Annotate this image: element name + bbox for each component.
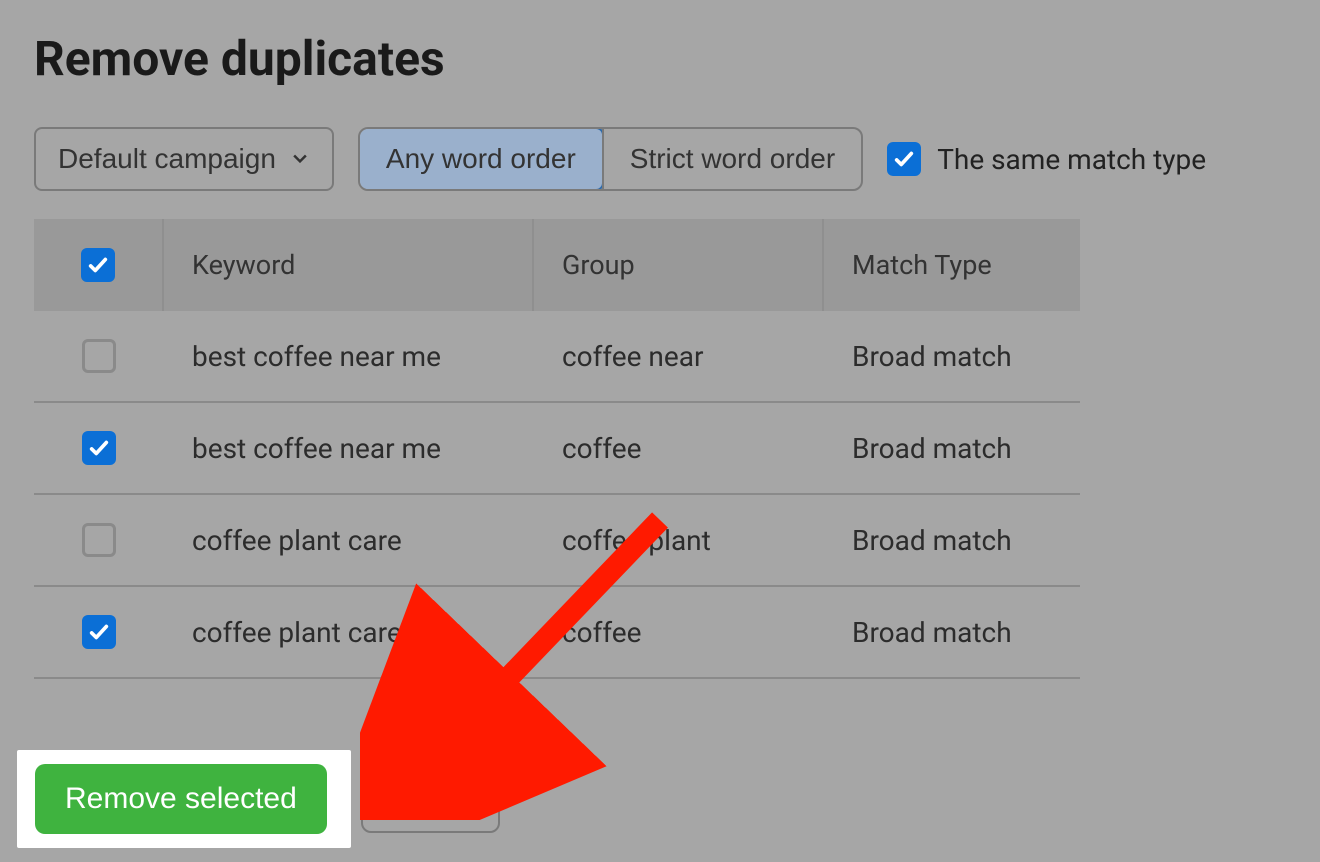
table-row: coffee plant carecoffeeBroad match	[34, 587, 1080, 679]
highlight-remove-selected: Remove selected	[17, 750, 351, 848]
page-title: Remove duplicates	[34, 30, 1286, 87]
table-row: coffee plant carecoffee plantBroad match	[34, 495, 1080, 587]
row-checkbox[interactable]	[82, 523, 116, 557]
col-group: Group	[534, 219, 824, 311]
col-match-type: Match Type	[824, 219, 1080, 311]
cell-group: coffee	[534, 616, 824, 649]
word-order-any[interactable]: Any word order	[358, 127, 604, 191]
campaign-dropdown-label: Default campaign	[58, 143, 276, 175]
campaign-dropdown[interactable]: Default campaign	[34, 127, 334, 191]
cell-match-type: Broad match	[824, 340, 1080, 373]
cancel-button[interactable]: Cancel	[361, 765, 500, 833]
duplicates-table: Keyword Group Match Type best coffee nea…	[34, 219, 1080, 679]
cell-group: coffee	[534, 432, 824, 465]
same-match-type-option[interactable]: The same match type	[887, 142, 1206, 176]
table-row: best coffee near mecoffeeBroad match	[34, 403, 1080, 495]
cell-keyword: best coffee near me	[164, 432, 534, 465]
chevron-down-icon	[290, 143, 310, 175]
actions-row: Remove selected Cancel	[17, 750, 500, 848]
cell-group: coffee plant	[534, 524, 824, 557]
col-keyword: Keyword	[164, 219, 534, 311]
remove-selected-button[interactable]: Remove selected	[35, 764, 327, 834]
cell-keyword: best coffee near me	[164, 340, 534, 373]
table-header: Keyword Group Match Type	[34, 219, 1080, 311]
cell-keyword: coffee plant care	[164, 616, 534, 649]
row-checkbox[interactable]	[82, 615, 116, 649]
row-checkbox[interactable]	[82, 339, 116, 373]
controls-row: Default campaign Any word order Strict w…	[34, 127, 1286, 191]
word-order-strict[interactable]: Strict word order	[604, 129, 861, 189]
cell-keyword: coffee plant care	[164, 524, 534, 557]
cell-match-type: Broad match	[824, 432, 1080, 465]
cell-group: coffee near	[534, 340, 824, 373]
cell-match-type: Broad match	[824, 524, 1080, 557]
cell-match-type: Broad match	[824, 616, 1080, 649]
checkbox-checked-icon	[887, 142, 921, 176]
table-row: best coffee near mecoffee nearBroad matc…	[34, 311, 1080, 403]
word-order-segmented: Any word order Strict word order	[358, 127, 863, 191]
same-match-type-label: The same match type	[937, 143, 1206, 176]
select-all-checkbox[interactable]	[81, 248, 115, 282]
row-checkbox[interactable]	[82, 431, 116, 465]
